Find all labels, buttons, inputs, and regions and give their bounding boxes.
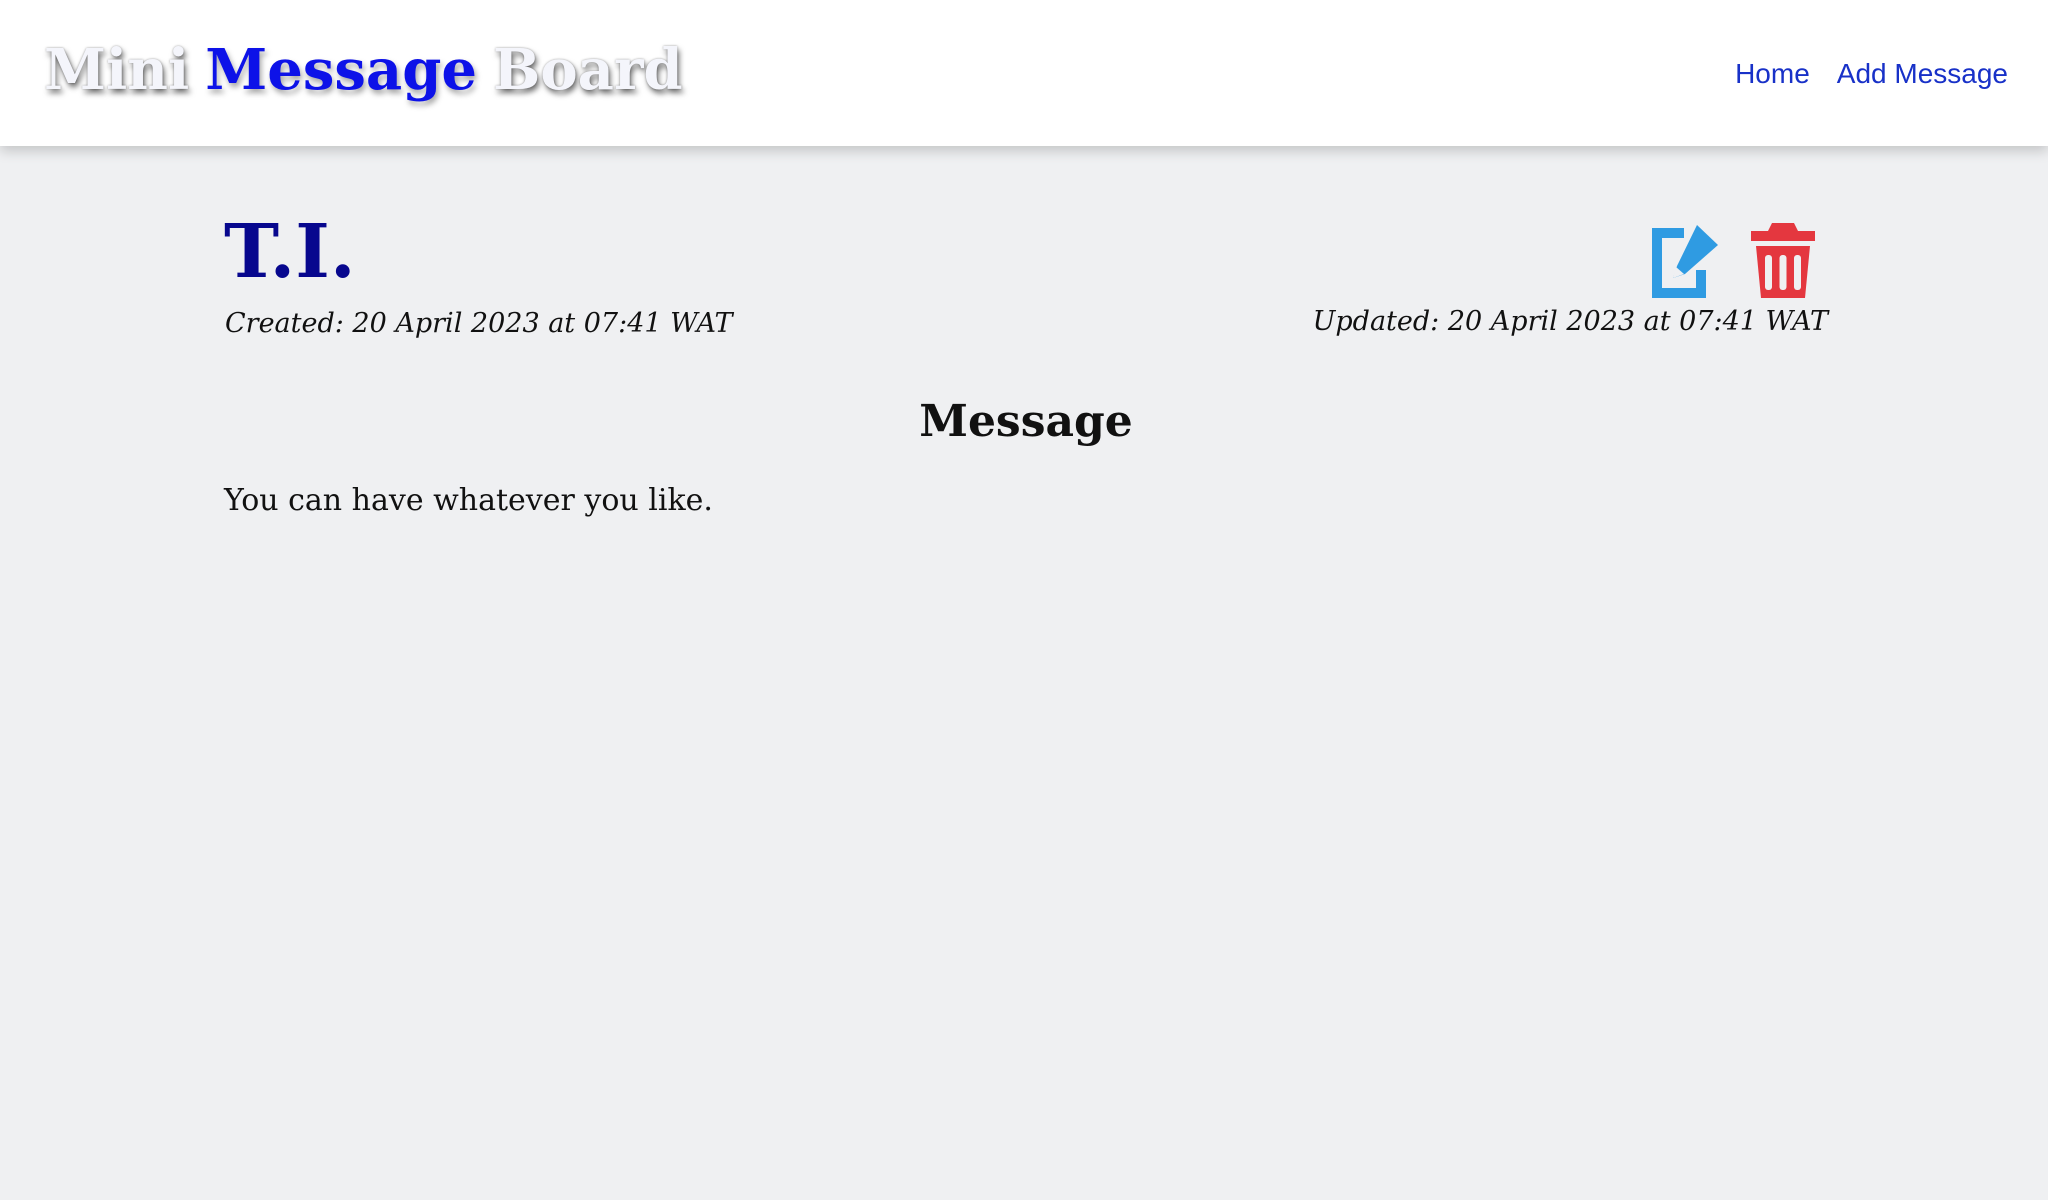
nav-home-link[interactable]: Home bbox=[1735, 54, 1810, 94]
brand-word-mini: Mini bbox=[44, 37, 190, 103]
nav-add-message-link[interactable]: Add Message bbox=[1837, 54, 2008, 94]
brand-word-board: Board bbox=[493, 37, 683, 103]
created-timestamp: Created: 20 April 2023 at 07:41 WAT bbox=[225, 308, 733, 339]
edit-message-button[interactable] bbox=[1648, 222, 1722, 298]
trash-icon bbox=[1751, 223, 1815, 298]
message-section-title: Message bbox=[919, 396, 1133, 447]
message-author: T.I. bbox=[224, 209, 356, 295]
message-actions bbox=[1648, 222, 1820, 298]
message-body: You can have whatever you like. bbox=[224, 483, 713, 518]
main-navigation: Home Add Message bbox=[1735, 54, 2008, 94]
site-header: Mini Message Board Home Add Message bbox=[0, 0, 2048, 146]
brand-word-message: Message bbox=[205, 37, 477, 103]
site-brand[interactable]: Mini Message Board bbox=[44, 30, 683, 110]
message-detail: T.I. Created: 20 April 2023 at 07:41 WAT… bbox=[224, 146, 1828, 1200]
edit-icon bbox=[1652, 225, 1718, 298]
updated-timestamp: Updated: 20 April 2023 at 07:41 WAT bbox=[1312, 306, 1828, 337]
delete-message-button[interactable] bbox=[1746, 222, 1820, 298]
